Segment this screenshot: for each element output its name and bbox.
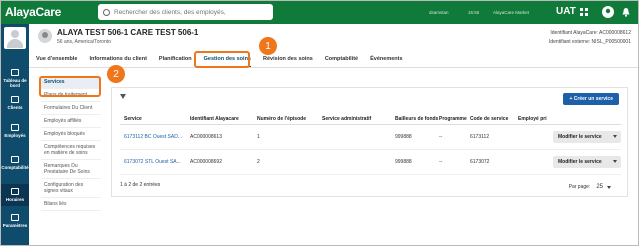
alayacare-id: Identifiant AlayaCare: AC000008612 <box>550 30 631 36</box>
table-row: 6173112 BC Ouest SAD... AC000008613 1 99… <box>120 126 621 150</box>
sidebar-item-dashboard[interactable]: Tableau de bord <box>1 69 29 88</box>
client-name: ALAYA TEST 506-1 CARE TEST 506-1 <box>57 28 199 37</box>
chevron-down-icon <box>613 160 617 163</box>
entries-count: 1 à 2 de 2 entrées <box>120 182 161 188</box>
col-alayacare-id[interactable]: Identifiant Alayacare <box>190 116 239 122</box>
user-menu-icon[interactable] <box>602 6 614 18</box>
external-id: Identifiant externe: NISL_P00500001 <box>548 39 631 45</box>
row-alayacare-id: AC000008613 <box>190 134 222 140</box>
tab-accounting[interactable]: Comptabilité <box>325 55 358 67</box>
employees-icon <box>11 124 19 131</box>
tab-overview[interactable]: Vue d'ensemble <box>36 55 77 67</box>
dashboard-icon <box>11 69 19 76</box>
client-info: 56 ans, America/Toronto <box>57 39 111 45</box>
col-service[interactable]: Service <box>124 116 142 122</box>
sidebar-item-schedules[interactable]: Horaires <box>1 184 29 206</box>
col-program[interactable]: Programme <box>439 116 467 122</box>
subnav-vitals-config[interactable]: Configuration des signes vitaux <box>41 179 101 198</box>
row-program: -- <box>439 159 443 165</box>
user-avatar[interactable] <box>4 27 26 49</box>
grid-icon[interactable] <box>579 7 589 17</box>
table-header: Service Identifiant Alayacare Numéro de … <box>120 115 621 125</box>
row-alayacare-id: AC000008692 <box>190 159 222 165</box>
search-icon <box>103 8 110 16</box>
app-logo[interactable]: AlayaCare <box>5 5 61 19</box>
col-payers[interactable]: Bailleurs de fonds <box>395 116 438 122</box>
search-input[interactable] <box>114 8 264 16</box>
col-admin-service[interactable]: Service administratif <box>322 116 371 122</box>
subnav-affiliated-employees[interactable]: Employés affiliés <box>41 115 101 128</box>
per-page-label: Par page: <box>568 184 591 190</box>
top-bar: AlayaCare dsamstan 15:55 AlayaCare Marke… <box>1 1 638 24</box>
calendar-icon <box>11 188 19 195</box>
row-payer: 999888 <box>395 159 412 165</box>
chevron-down-icon <box>613 135 617 138</box>
edit-service-button[interactable]: Modifier le service <box>553 156 621 168</box>
tab-care-review[interactable]: Révision des soins <box>263 55 313 67</box>
topbar-time: 15:55 <box>468 10 480 15</box>
sidebar-item-employees[interactable]: Employés <box>1 124 29 138</box>
subnav-blocked-employees[interactable]: Employés bloqués <box>41 128 101 141</box>
row-payer: 999888 <box>395 134 412 140</box>
filter-icon[interactable] <box>120 94 126 100</box>
row-service-code: 6173072 <box>470 159 490 165</box>
sidebar-item-clients[interactable]: Clients <box>1 96 29 110</box>
subnav-care-skills[interactable]: Compétences requises en matière de soins <box>41 141 101 160</box>
subnav-caregiver-notes[interactable]: Remarques Du Prestataire De Soins <box>41 160 101 179</box>
row-episode: 1 <box>257 134 260 140</box>
tab-events[interactable]: Événements <box>370 55 402 67</box>
main-sidebar: Tableau de bord Clients Employés Comptab… <box>1 24 29 245</box>
topbar-user[interactable]: dsamstan <box>429 10 449 15</box>
services-panel: + Créer un service Service Identifiant A… <box>111 87 628 197</box>
row-service-code: 6173112 <box>470 134 490 140</box>
gear-icon <box>11 214 19 221</box>
per-page-value[interactable]: 25 <box>596 184 603 190</box>
col-episode[interactable]: Numéro de l'épisode <box>257 116 306 122</box>
callout-badge-1: 1 <box>259 37 277 55</box>
tab-planning[interactable]: Planification <box>159 55 192 67</box>
bell-icon[interactable] <box>621 7 631 17</box>
highlight-care-management-tab <box>194 51 250 68</box>
sidebar-item-accounting[interactable]: Comptabilité <box>1 156 29 170</box>
row-program: -- <box>439 134 443 140</box>
col-service-code[interactable]: Code de service <box>470 116 508 122</box>
subnav-linked-assessments[interactable]: Bilans liés <box>41 198 101 211</box>
sidebar-item-settings[interactable]: Paramètres <box>1 214 29 228</box>
callout-badge-2: 2 <box>107 65 125 83</box>
highlight-services-item <box>39 76 101 97</box>
service-link[interactable]: 6173072 STL Ouest SA... <box>124 159 181 165</box>
clients-icon <box>11 96 19 103</box>
service-link[interactable]: 6173112 BC Ouest SAD... <box>124 134 182 140</box>
chevron-down-icon <box>607 185 611 189</box>
topbar-market[interactable]: AlayaCare Market <box>493 10 529 15</box>
per-page-selector[interactable]: Par page: 25 <box>569 184 611 190</box>
edit-service-button[interactable]: Modifier le service <box>553 131 621 143</box>
create-service-button[interactable]: + Créer un service <box>563 93 619 105</box>
app-window: AlayaCare dsamstan 15:55 AlayaCare Marke… <box>0 0 639 246</box>
col-primary-employee[interactable]: Employé pri <box>518 116 547 122</box>
client-avatar <box>38 29 52 43</box>
chart-icon <box>11 156 19 163</box>
environment-badge: UAT <box>556 6 576 17</box>
subnav-client-forms[interactable]: Formulaires Du Client <box>41 102 101 115</box>
global-search[interactable] <box>98 4 273 20</box>
row-episode: 2 <box>257 159 260 165</box>
table-row: 6173072 STL Ouest SA... AC000008692 2 99… <box>120 151 621 175</box>
